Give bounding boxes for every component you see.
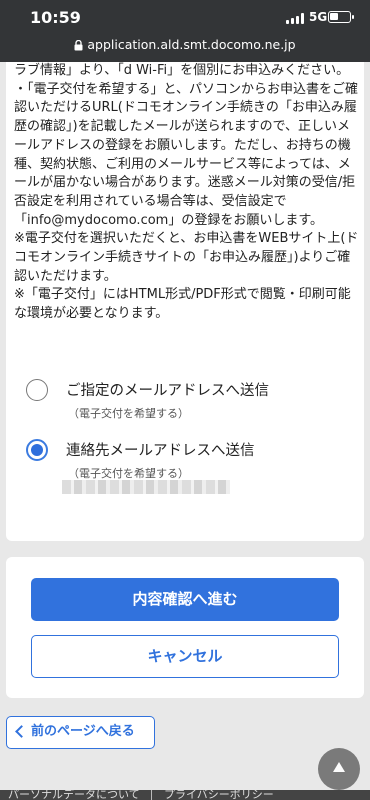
- scroll-to-top-button[interactable]: [318, 748, 360, 790]
- status-bar: 10:59 5G: [0, 0, 370, 34]
- footer-divider: [151, 790, 152, 800]
- masked-email-address: [62, 480, 230, 494]
- confirm-button[interactable]: 内容確認へ進む: [31, 578, 339, 621]
- radio-button-selected[interactable]: [26, 439, 48, 461]
- back-button-label: 前のページへ戻る: [31, 724, 135, 739]
- status-time: 10:59: [30, 8, 81, 27]
- option-sublabel: （電子交付を希望する）: [68, 407, 189, 420]
- arrow-up-icon: [333, 762, 345, 772]
- notice-paragraph-format: ※「電子交付」にはHTML形式/PDF形式で閲覧・印刷可能な環境が必要となります…: [14, 287, 351, 322]
- footer-link-privacy[interactable]: プライバシーポリシー: [164, 790, 274, 800]
- option-label: 連絡先メールアドレスへ送信: [66, 443, 255, 459]
- back-button[interactable]: 前のページへ戻る: [6, 716, 155, 749]
- cancel-button[interactable]: キャンセル: [31, 635, 339, 678]
- chevron-left-icon: [15, 725, 28, 738]
- footer-link-personal-data[interactable]: パーソナルデータについて: [8, 790, 140, 800]
- lock-icon: [74, 40, 83, 51]
- url-bar[interactable]: application.ald.smt.docomo.ne.jp: [0, 34, 370, 62]
- battery-icon: [328, 11, 354, 23]
- radio-button[interactable]: [26, 379, 48, 401]
- signal-icon: [286, 13, 304, 24]
- notice-paragraph-email: ・「電子交付を希望する」と、パソコンからお申込書をご確認いただけるURL(ドコモ…: [14, 81, 358, 228]
- url-text: application.ald.smt.docomo.ne.jp: [87, 37, 296, 52]
- footer-links: パーソナルデータについて プライバシーポリシー: [0, 790, 370, 800]
- option-label: ご指定のメールアドレスへ送信: [66, 383, 269, 399]
- action-panel: 内容確認へ進む キャンセル: [6, 557, 364, 698]
- notice-text: ラブ情報」より、「d Wi-Fi」を個別にお申込みください。 ・「電子交付を希望…: [14, 62, 359, 324]
- notice-line-1: ラブ情報」より、「d Wi-Fi」を個別にお申込みください。: [14, 63, 350, 78]
- network-type: 5G: [309, 10, 328, 24]
- option-sublabel: （電子交付を希望する）: [68, 467, 189, 480]
- notice-paragraph-history: ※電子交付を選択いただくと、お申込書をWEBサイト上(ドコモオンライン手続きサイ…: [14, 231, 359, 284]
